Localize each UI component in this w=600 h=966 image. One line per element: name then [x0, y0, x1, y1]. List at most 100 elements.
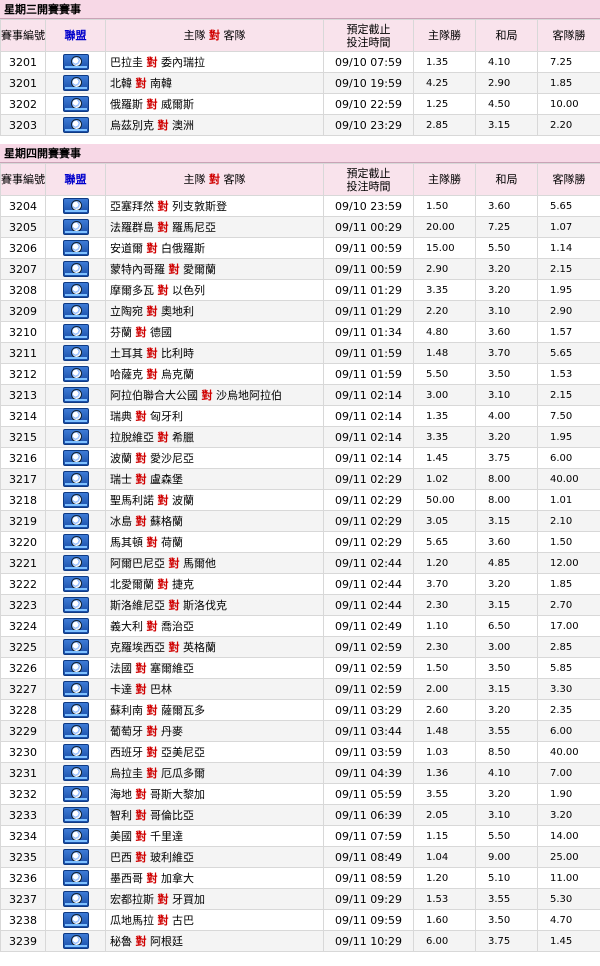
odds-home-win[interactable]: 1.48 [413, 720, 476, 742]
odds-away-win[interactable]: 1.95 [537, 426, 600, 448]
soccer-ball-icon[interactable] [62, 639, 89, 655]
odds-away-win[interactable]: 6.00 [537, 447, 600, 469]
soccer-ball-icon[interactable] [62, 723, 89, 739]
soccer-ball-icon[interactable] [62, 891, 89, 907]
odds-home-win[interactable]: 1.15 [413, 825, 476, 847]
odds-away-win[interactable]: 1.01 [537, 489, 600, 511]
soccer-ball-icon[interactable] [62, 492, 89, 508]
odds-draw[interactable]: 3.50 [475, 657, 538, 679]
odds-away-win[interactable]: 14.00 [537, 825, 600, 847]
league-cell[interactable] [45, 741, 106, 763]
odds-draw[interactable]: 3.20 [475, 426, 538, 448]
odds-draw[interactable]: 8.00 [475, 489, 538, 511]
odds-draw[interactable]: 3.20 [475, 573, 538, 595]
league-cell[interactable] [45, 552, 106, 574]
soccer-ball-icon[interactable] [62, 513, 89, 529]
odds-away-win[interactable]: 5.65 [537, 195, 600, 217]
odds-draw[interactable]: 3.20 [475, 258, 538, 280]
soccer-ball-icon[interactable] [62, 702, 89, 718]
league-cell[interactable] [45, 573, 106, 595]
odds-away-win[interactable]: 3.20 [537, 804, 600, 826]
odds-draw[interactable]: 2.90 [475, 72, 538, 94]
league-cell[interactable] [45, 300, 106, 322]
league-cell[interactable] [45, 615, 106, 637]
odds-away-win[interactable]: 11.00 [537, 867, 600, 889]
odds-away-win[interactable]: 2.70 [537, 594, 600, 616]
odds-away-win[interactable]: 2.10 [537, 510, 600, 532]
soccer-ball-icon[interactable] [62, 261, 89, 277]
soccer-ball-icon[interactable] [62, 828, 89, 844]
odds-home-win[interactable]: 6.00 [413, 930, 476, 952]
soccer-ball-icon[interactable] [62, 387, 89, 403]
league-cell[interactable] [45, 342, 106, 364]
odds-home-win[interactable]: 1.50 [413, 195, 476, 217]
col-header-league[interactable]: 聯盟 [45, 163, 106, 196]
odds-draw[interactable]: 3.75 [475, 930, 538, 952]
league-cell[interactable] [45, 363, 106, 385]
odds-away-win[interactable]: 7.25 [537, 51, 600, 73]
odds-draw[interactable]: 4.85 [475, 552, 538, 574]
odds-home-win[interactable]: 15.00 [413, 237, 476, 259]
odds-home-win[interactable]: 2.00 [413, 678, 476, 700]
league-cell[interactable] [45, 51, 106, 73]
soccer-ball-icon[interactable] [62, 681, 89, 697]
odds-away-win[interactable]: 5.65 [537, 342, 600, 364]
odds-draw[interactable]: 3.75 [475, 447, 538, 469]
league-cell[interactable] [45, 783, 106, 805]
odds-home-win[interactable]: 4.80 [413, 321, 476, 343]
odds-away-win[interactable]: 5.30 [537, 888, 600, 910]
odds-draw[interactable]: 8.50 [475, 741, 538, 763]
odds-draw[interactable]: 3.20 [475, 783, 538, 805]
odds-draw[interactable]: 3.10 [475, 384, 538, 406]
league-cell[interactable] [45, 762, 106, 784]
soccer-ball-icon[interactable] [62, 54, 89, 70]
odds-home-win[interactable]: 1.04 [413, 846, 476, 868]
league-cell[interactable] [45, 699, 106, 721]
league-cell[interactable] [45, 426, 106, 448]
odds-draw[interactable]: 4.10 [475, 762, 538, 784]
odds-away-win[interactable]: 2.15 [537, 384, 600, 406]
odds-home-win[interactable]: 1.02 [413, 468, 476, 490]
odds-home-win[interactable]: 1.45 [413, 447, 476, 469]
odds-draw[interactable]: 3.15 [475, 114, 538, 136]
odds-away-win[interactable]: 2.15 [537, 258, 600, 280]
odds-home-win[interactable]: 2.90 [413, 258, 476, 280]
odds-away-win[interactable]: 1.07 [537, 216, 600, 238]
soccer-ball-icon[interactable] [62, 555, 89, 571]
odds-draw[interactable]: 3.00 [475, 636, 538, 658]
league-cell[interactable] [45, 846, 106, 868]
odds-home-win[interactable]: 1.20 [413, 867, 476, 889]
soccer-ball-icon[interactable] [62, 96, 89, 112]
odds-home-win[interactable]: 2.60 [413, 699, 476, 721]
odds-draw[interactable]: 3.50 [475, 909, 538, 931]
odds-draw[interactable]: 3.15 [475, 594, 538, 616]
odds-draw[interactable]: 3.15 [475, 678, 538, 700]
soccer-ball-icon[interactable] [62, 618, 89, 634]
odds-away-win[interactable]: 1.85 [537, 573, 600, 595]
league-cell[interactable] [45, 720, 106, 742]
odds-away-win[interactable]: 1.57 [537, 321, 600, 343]
odds-draw[interactable]: 3.55 [475, 720, 538, 742]
league-cell[interactable] [45, 489, 106, 511]
odds-home-win[interactable]: 5.50 [413, 363, 476, 385]
soccer-ball-icon[interactable] [62, 240, 89, 256]
soccer-ball-icon[interactable] [62, 429, 89, 445]
league-cell[interactable] [45, 888, 106, 910]
odds-away-win[interactable]: 2.85 [537, 636, 600, 658]
odds-home-win[interactable]: 1.50 [413, 657, 476, 679]
league-cell[interactable] [45, 216, 106, 238]
odds-draw[interactable]: 5.50 [475, 237, 538, 259]
odds-draw[interactable]: 3.20 [475, 699, 538, 721]
odds-away-win[interactable]: 10.00 [537, 93, 600, 115]
league-cell[interactable] [45, 384, 106, 406]
odds-home-win[interactable]: 50.00 [413, 489, 476, 511]
odds-draw[interactable]: 3.60 [475, 531, 538, 553]
odds-away-win[interactable]: 1.50 [537, 531, 600, 553]
league-cell[interactable] [45, 594, 106, 616]
odds-home-win[interactable]: 3.35 [413, 426, 476, 448]
league-cell[interactable] [45, 531, 106, 553]
odds-home-win[interactable]: 2.30 [413, 594, 476, 616]
league-cell[interactable] [45, 72, 106, 94]
soccer-ball-icon[interactable] [62, 534, 89, 550]
odds-away-win[interactable]: 2.35 [537, 699, 600, 721]
